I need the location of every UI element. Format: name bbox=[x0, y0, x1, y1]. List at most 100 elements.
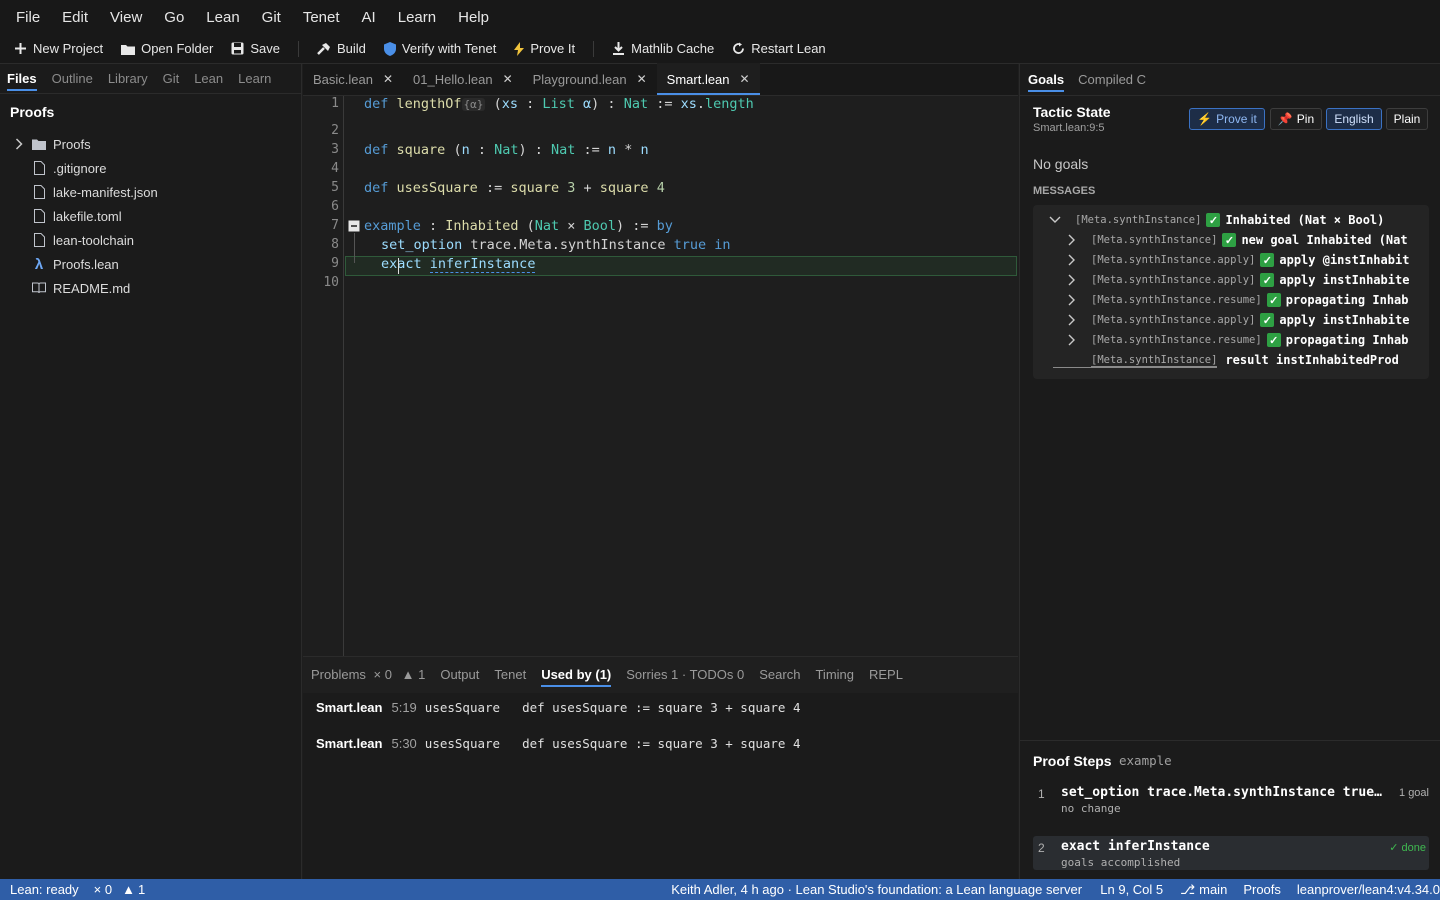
status-error-count[interactable]: × 0 bbox=[94, 882, 112, 897]
inlay-hint: {α} bbox=[461, 98, 486, 111]
sidebar-tab-library[interactable]: Library bbox=[108, 64, 148, 94]
menu-edit[interactable]: Edit bbox=[62, 9, 88, 26]
editor-tab-hello[interactable]: 01_Hello.lean ✕ bbox=[403, 63, 523, 95]
open-folder-label: Open Folder bbox=[141, 41, 214, 56]
project-name[interactable]: Proofs bbox=[1243, 882, 1281, 897]
editor-tab-basic[interactable]: Basic.lean ✕ bbox=[303, 63, 403, 95]
chevron-right-icon[interactable] bbox=[1067, 234, 1077, 246]
editor-tab-label: 01_Hello.lean bbox=[413, 71, 493, 87]
cursor-position[interactable]: Ln 9, Col 5 bbox=[1100, 882, 1163, 897]
line-number: 10 bbox=[323, 275, 339, 290]
tree-item-label: .gitignore bbox=[53, 160, 107, 176]
proof-step[interactable]: 1 set_option trace.Meta.synthInstance tr… bbox=[1033, 782, 1429, 816]
chevron-down-icon[interactable] bbox=[1049, 215, 1061, 225]
chevron-right-icon[interactable] bbox=[9, 138, 29, 150]
sidebar-tab-lean[interactable]: Lean bbox=[194, 64, 223, 94]
step-status: ✓ done bbox=[1389, 842, 1426, 854]
reference-row[interactable]: Smart.lean 5:19 usesSquare def usesSquar… bbox=[316, 700, 801, 715]
fold-collapse-icon[interactable] bbox=[348, 220, 360, 232]
trace-message-row[interactable]: [Meta.synthInstance] result instInhabite… bbox=[1091, 353, 1424, 367]
lean-toolchain-version[interactable]: leanprover/lean4:v4.34.0 bbox=[1297, 882, 1440, 897]
mathlib-cache-button[interactable]: Mathlib Cache bbox=[612, 41, 714, 56]
prove-it-small-button[interactable]: ⚡ Prove it bbox=[1189, 108, 1265, 130]
sidebar-tab-git[interactable]: Git bbox=[163, 64, 180, 94]
trace-message-row[interactable]: [Meta.synthInstance] ✓ Inhabited (Nat × … bbox=[1049, 213, 1424, 227]
save-button[interactable]: Save bbox=[231, 41, 280, 56]
chevron-right-icon[interactable] bbox=[1067, 254, 1077, 266]
reference-position: 5:19 bbox=[391, 700, 417, 715]
menu-tenet[interactable]: Tenet bbox=[303, 9, 340, 26]
chevron-right-icon[interactable] bbox=[1067, 274, 1077, 286]
restart-lean-button[interactable]: Restart Lean bbox=[732, 41, 826, 56]
panel-tab-tenet[interactable]: Tenet bbox=[494, 657, 526, 693]
english-toggle[interactable]: English bbox=[1326, 108, 1382, 130]
code-line-9: exact inferInstance bbox=[381, 256, 536, 273]
tree-file-gitignore[interactable]: .gitignore bbox=[0, 156, 301, 180]
tree-file-lean-toolchain[interactable]: lean-toolchain bbox=[0, 228, 301, 252]
menu-learn[interactable]: Learn bbox=[398, 9, 436, 26]
open-folder-button[interactable]: Open Folder bbox=[121, 41, 213, 56]
proof-step[interactable]: 2 exact inferInstance goals accomplished… bbox=[1033, 836, 1429, 870]
tree-item-label: README.md bbox=[53, 280, 131, 296]
save-label: Save bbox=[250, 41, 280, 56]
check-icon: ✓ bbox=[1260, 253, 1275, 267]
editor-tab-playground[interactable]: Playground.lean ✕ bbox=[523, 63, 657, 95]
panel-tab-sorries[interactable]: Sorries 1 · TODOs 0 bbox=[626, 657, 744, 693]
tree-file-lakefile[interactable]: lakefile.toml bbox=[0, 204, 301, 228]
pin-button[interactable]: 📌 Pin bbox=[1270, 108, 1322, 130]
close-icon[interactable]: ✕ bbox=[740, 72, 750, 86]
menu-ai[interactable]: AI bbox=[362, 9, 376, 26]
chevron-right-icon[interactable] bbox=[1067, 334, 1077, 346]
new-project-label: New Project bbox=[33, 41, 104, 56]
trace-message-row[interactable]: [Meta.synthInstance.resume] ✓ propagatin… bbox=[1067, 293, 1424, 307]
panel-tab-search[interactable]: Search bbox=[759, 657, 800, 693]
editor-tab-smart[interactable]: Smart.lean ✕ bbox=[656, 63, 760, 95]
trace-message-row[interactable]: [Meta.synthInstance.apply] ✓ apply instI… bbox=[1067, 313, 1424, 327]
menu-help[interactable]: Help bbox=[458, 9, 489, 26]
chevron-right-icon[interactable] bbox=[1067, 314, 1077, 326]
code-editor[interactable]: 1 2 3 4 5 6 7 8 9 10 def lengthOf {α} (xs… bbox=[303, 96, 1018, 656]
menu-view[interactable]: View bbox=[110, 9, 142, 26]
menu-go[interactable]: Go bbox=[164, 9, 184, 26]
trace-message-row[interactable]: [Meta.synthInstance] ✓ new goal Inhabite… bbox=[1067, 233, 1424, 247]
menu-git[interactable]: Git bbox=[262, 9, 281, 26]
sidebar-tab-learn[interactable]: Learn bbox=[238, 64, 271, 94]
tab-compiled-c[interactable]: Compiled C bbox=[1078, 64, 1146, 96]
prove-it-button[interactable]: Prove It bbox=[514, 41, 575, 56]
sidebar-tab-outline[interactable]: Outline bbox=[52, 64, 93, 94]
panel-tab-used-by[interactable]: Used by (1) bbox=[541, 657, 612, 693]
panel-tab-timing[interactable]: Timing bbox=[815, 657, 854, 693]
sidebar-tab-files[interactable]: Files bbox=[7, 64, 37, 94]
trace-message-row[interactable]: [Meta.synthInstance.resume] ✓ propagatin… bbox=[1067, 333, 1424, 347]
trace-message-row[interactable]: [Meta.synthInstance.apply] ✓ apply @inst… bbox=[1067, 253, 1424, 267]
menu-file[interactable]: File bbox=[16, 9, 40, 26]
plain-toggle[interactable]: Plain bbox=[1386, 108, 1428, 130]
tab-goals[interactable]: Goals bbox=[1028, 64, 1065, 96]
build-button[interactable]: Build bbox=[317, 41, 366, 56]
code-line-5: def usesSquare := square 3 + square 4 bbox=[364, 180, 665, 196]
verify-button[interactable]: Verify with Tenet bbox=[383, 41, 496, 56]
lean-status[interactable]: Lean: ready bbox=[10, 882, 79, 897]
chevron-right-icon[interactable] bbox=[1067, 294, 1077, 306]
new-project-button[interactable]: New Project bbox=[14, 41, 103, 56]
git-branch[interactable]: main bbox=[1199, 882, 1227, 897]
trace-text: new goal Inhabited (Nat bbox=[1241, 233, 1408, 247]
panel-tab-problems[interactable]: Problems × 0 ▲ 1 bbox=[311, 657, 425, 693]
close-icon[interactable]: ✕ bbox=[383, 72, 393, 86]
close-icon[interactable]: ✕ bbox=[503, 72, 513, 86]
tree-folder-proofs[interactable]: Proofs bbox=[0, 132, 301, 156]
tree-file-proofs-lean[interactable]: λ Proofs.lean bbox=[0, 252, 301, 276]
check-icon: ✓ bbox=[1266, 333, 1281, 347]
menu-lean[interactable]: Lean bbox=[206, 9, 239, 26]
git-blame[interactable]: Keith Adler, 4 h ago · Lean Studio's fou… bbox=[671, 882, 1083, 897]
close-icon[interactable]: ✕ bbox=[637, 72, 647, 86]
lambda-icon: λ bbox=[34, 255, 44, 273]
tree-file-readme[interactable]: README.md bbox=[0, 276, 301, 300]
panel-tab-repl[interactable]: REPL bbox=[869, 657, 903, 693]
trace-message-row[interactable]: [Meta.synthInstance.apply] ✓ apply instI… bbox=[1067, 273, 1424, 287]
trace-underline bbox=[1053, 367, 1217, 368]
tree-file-lake-manifest[interactable]: lake-manifest.json bbox=[0, 180, 301, 204]
status-warning-count[interactable]: 1 bbox=[138, 882, 145, 897]
panel-tab-output[interactable]: Output bbox=[440, 657, 479, 693]
reference-row[interactable]: Smart.lean 5:30 usesSquare def usesSquar… bbox=[316, 736, 801, 751]
